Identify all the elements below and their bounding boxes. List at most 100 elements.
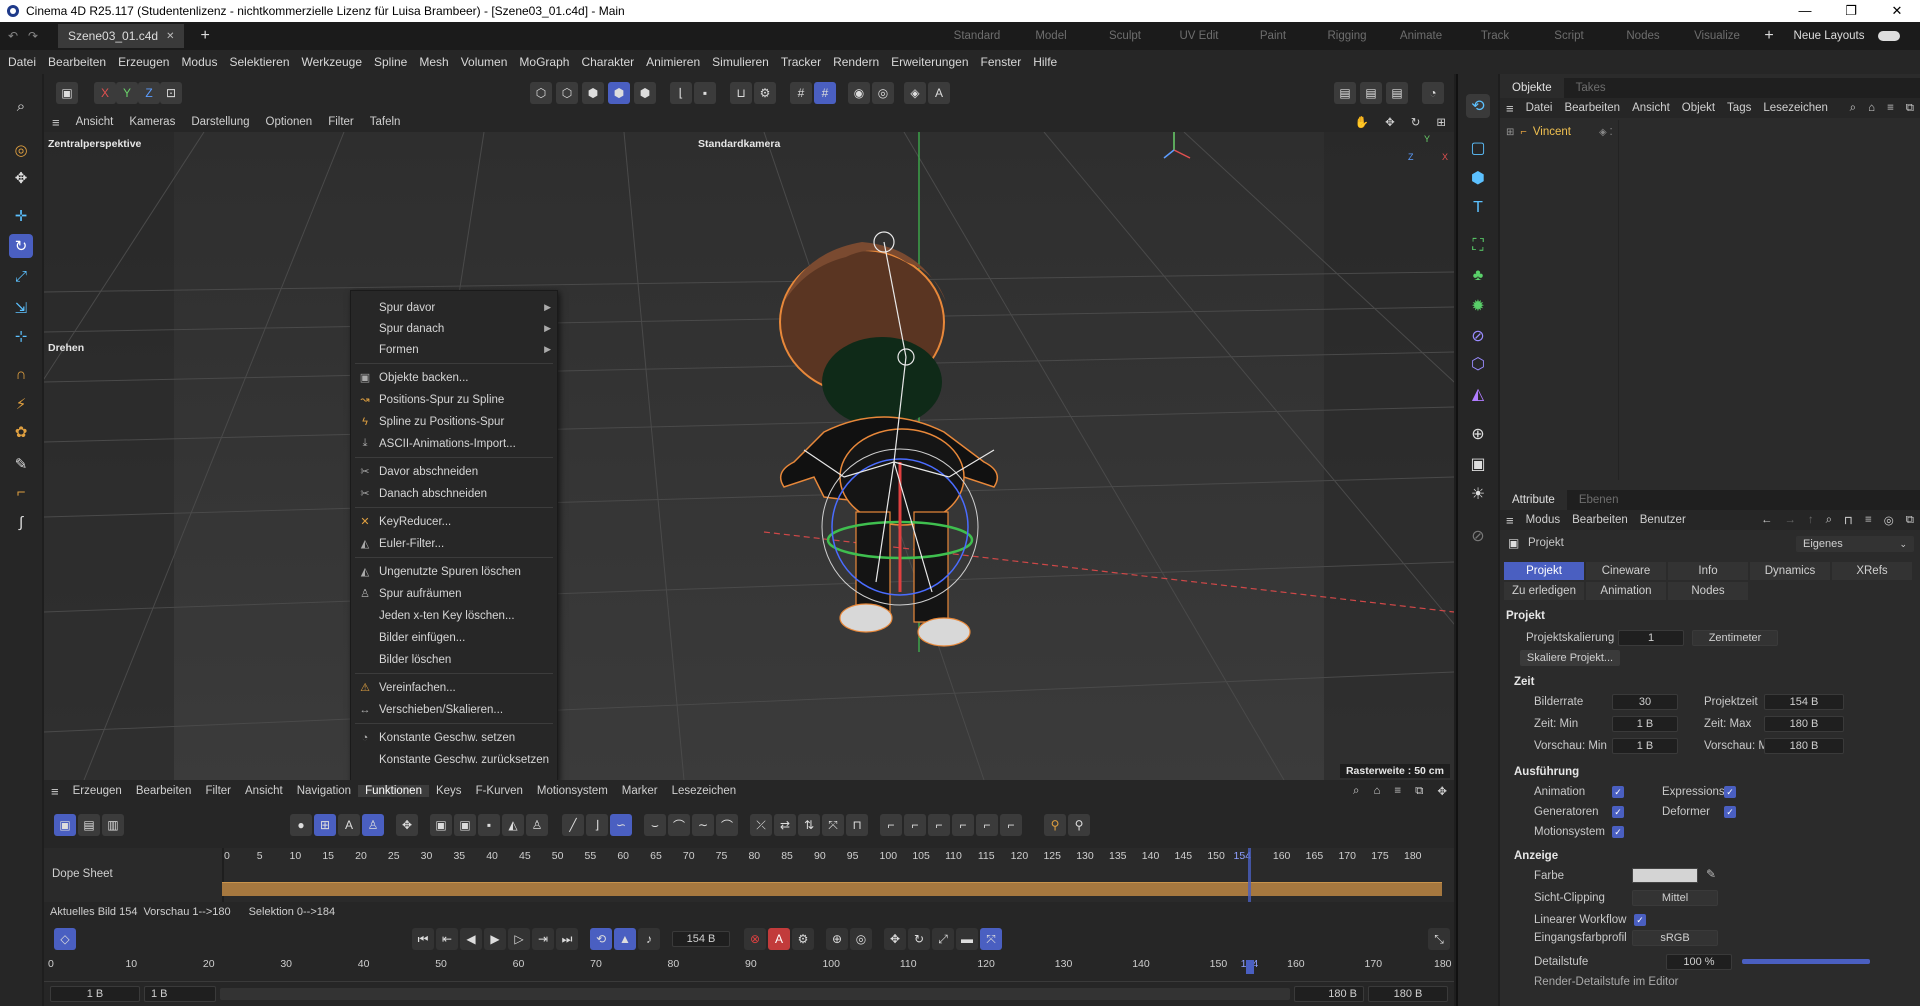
- paint-select-icon[interactable]: ✿: [9, 420, 33, 444]
- subtab-info[interactable]: Info: [1668, 562, 1748, 580]
- interp-ease-in-icon[interactable]: ⌒: [668, 814, 690, 836]
- objects-menu-tags[interactable]: Tags: [1721, 102, 1757, 114]
- attributes-search-icon[interactable]: ⌕: [1820, 514, 1838, 527]
- menu-rendern[interactable]: Rendern: [827, 55, 885, 69]
- timeline-menu-lesezeichen[interactable]: Lesezeichen: [665, 785, 744, 797]
- text-object-icon[interactable]: T: [1466, 196, 1490, 220]
- rotate-view-icon[interactable]: ↻: [1403, 115, 1429, 129]
- minimize-button[interactable]: —: [1782, 3, 1828, 19]
- mograph-icon[interactable]: ♣: [1466, 264, 1490, 288]
- objects-search-icon[interactable]: ⌕: [1844, 102, 1862, 115]
- subdivision-icon[interactable]: ⛶: [1466, 234, 1490, 258]
- section-anzeige[interactable]: Anzeige: [1514, 850, 1558, 862]
- render-active-view-icon[interactable]: ▤: [1360, 82, 1382, 104]
- expressions-checkbox[interactable]: ✓: [1724, 786, 1736, 798]
- texture-mode-icon[interactable]: ▪: [694, 82, 716, 104]
- up-arrow-icon[interactable]: ↑: [1802, 514, 1820, 526]
- maximize-view-icon[interactable]: ⊞: [1428, 115, 1454, 129]
- menu-item-ascii-import[interactable]: ⤓ ASCII-Animations-Import...: [351, 433, 557, 454]
- interp-step-icon[interactable]: ⌋: [586, 814, 608, 836]
- attributes-settings-icon[interactable]: ◎: [1878, 513, 1900, 527]
- attributes-popout-icon[interactable]: ⧉: [1900, 514, 1920, 527]
- document-tab[interactable]: Szene03_01.c4d ✕: [58, 24, 185, 48]
- snap-tool-icon[interactable]: ⊹: [9, 324, 33, 348]
- detailstufe-slider[interactable]: [1742, 959, 1870, 964]
- parameter-key-icon[interactable]: ▬: [956, 928, 978, 950]
- lock-icon[interactable]: ⊓: [1838, 513, 1859, 527]
- attributes-filter-icon[interactable]: ≡: [1859, 514, 1878, 526]
- move-view-icon[interactable]: ✥: [1377, 115, 1403, 129]
- keyframe-mode-icon[interactable]: ◇: [54, 928, 76, 950]
- menu-item-konstante-geschw-zuruecksetzen[interactable]: Konstante Geschw. zurücksetzen: [351, 749, 557, 770]
- interp-ease-both-icon[interactable]: ⌒: [716, 814, 738, 836]
- timeline-menu-marker[interactable]: Marker: [615, 785, 665, 797]
- menu-werkzeuge[interactable]: Werkzeuge: [296, 55, 368, 69]
- layout-visualize[interactable]: Visualize: [1680, 30, 1754, 42]
- skaliere-projekt-button[interactable]: Skaliere Projekt...: [1520, 650, 1620, 666]
- attributes-menu-modus[interactable]: Modus: [1520, 514, 1567, 526]
- viewport-menu-darstellung[interactable]: Darstellung: [183, 116, 257, 128]
- layout-track[interactable]: Track: [1458, 30, 1532, 42]
- measure-tool-icon[interactable]: ⌐: [9, 480, 33, 504]
- motion-clip-icon[interactable]: ◎: [850, 928, 872, 950]
- color-picker-icon[interactable]: ✎: [1706, 867, 1716, 881]
- menu-item-bilder-einfuegen[interactable]: Bilder einfügen...: [351, 627, 557, 648]
- cube-icon[interactable]: ⬢: [1466, 166, 1490, 190]
- workplane-snap-icon[interactable]: #: [814, 82, 836, 104]
- motion-mode-icon[interactable]: ▥: [102, 814, 124, 836]
- spline-object-icon[interactable]: ◭: [1466, 382, 1490, 406]
- layout-toggle[interactable]: [1878, 31, 1900, 41]
- projektskalierung-unit-dropdown[interactable]: Zentimeter: [1692, 630, 1778, 646]
- menu-item-keyreducer[interactable]: ✕ KeyReducer...: [351, 511, 557, 532]
- menu-item-formen[interactable]: Formen ▶: [351, 339, 557, 360]
- objects-home-icon[interactable]: ⌂: [1862, 102, 1881, 114]
- magnet-icon[interactable]: ⊔: [730, 82, 752, 104]
- timeline-home-icon[interactable]: ⌂: [1366, 785, 1387, 797]
- tangent-clamp-icon[interactable]: ⊓: [846, 814, 868, 836]
- render-queue-icon[interactable]: ◔: [1422, 82, 1444, 104]
- lasso-tool-icon[interactable]: ∩: [9, 362, 33, 386]
- go-to-end-icon[interactable]: ⏭: [556, 928, 578, 950]
- viewport-menu-ansicht[interactable]: Ansicht: [68, 116, 122, 128]
- menu-selektieren[interactable]: Selektieren: [223, 55, 295, 69]
- timeline-collapse-icon[interactable]: ⤡: [1428, 928, 1450, 950]
- pan-view-icon[interactable]: ✋: [1347, 115, 1377, 129]
- animation-track-bar[interactable]: [222, 882, 1442, 896]
- objects-menu-bearbeiten[interactable]: Bearbeiten: [1558, 102, 1626, 114]
- subtab-cineware[interactable]: Cineware: [1586, 562, 1666, 580]
- add-layout-icon[interactable]: +: [1754, 27, 1784, 45]
- field-icon[interactable]: ⬡: [1466, 352, 1490, 376]
- points-mode-icon[interactable]: ⬡: [530, 82, 552, 104]
- text-tool-icon[interactable]: A: [928, 82, 950, 104]
- autokey-icon[interactable]: A: [768, 928, 790, 950]
- live-selection-icon[interactable]: ◎: [9, 138, 33, 162]
- cloner-icon[interactable]: ⟲: [1466, 94, 1490, 118]
- preview-range-bar[interactable]: [220, 988, 1290, 1000]
- attributes-menu-icon[interactable]: ≡: [1500, 513, 1520, 528]
- viewport-menu-filter[interactable]: Filter: [320, 116, 362, 128]
- viewport-menu-icon[interactable]: ≡: [44, 115, 68, 130]
- tangent-break-icon[interactable]: ⤫: [750, 814, 772, 836]
- preview-end-field[interactable]: 180 B: [1294, 986, 1364, 1002]
- search-icon[interactable]: ⌕: [9, 94, 33, 118]
- subtab-projekt[interactable]: Projekt: [1504, 562, 1584, 580]
- timeline-filter-icon[interactable]: ≡: [1387, 785, 1408, 797]
- farbe-swatch[interactable]: [1632, 868, 1698, 883]
- menu-erweiterungen[interactable]: Erweiterungen: [885, 55, 974, 69]
- menu-item-euler-filter[interactable]: ◭ Euler-Filter...: [351, 533, 557, 554]
- menu-item-spline-zu-positions-spur[interactable]: ϟ Spline zu Positions-Spur: [351, 411, 557, 432]
- layer-icon[interactable]: ◈ ⁚: [1599, 127, 1613, 138]
- fcurve-mode-icon[interactable]: ▤: [78, 814, 100, 836]
- settings-snap-icon[interactable]: ⚙: [754, 82, 776, 104]
- rotation-key-icon[interactable]: ↻: [908, 928, 930, 950]
- menu-item-spur-danach[interactable]: Spur danach ▶: [351, 318, 557, 339]
- transform-tool-icon[interactable]: ⇲: [9, 296, 33, 320]
- section-ausfuehrung[interactable]: Ausführung: [1514, 766, 1579, 778]
- menu-fenster[interactable]: Fenster: [975, 55, 1028, 69]
- objects-menu-icon[interactable]: ≡: [1500, 101, 1520, 116]
- vorschau-min-field[interactable]: 1 B: [1612, 738, 1678, 754]
- marker-add-icon[interactable]: ⚲: [1068, 814, 1090, 836]
- environment-icon[interactable]: ⊕: [1466, 422, 1490, 446]
- position-key-icon[interactable]: ✥: [884, 928, 906, 950]
- timeline-menu-funktionen[interactable]: Funktionen: [358, 785, 429, 797]
